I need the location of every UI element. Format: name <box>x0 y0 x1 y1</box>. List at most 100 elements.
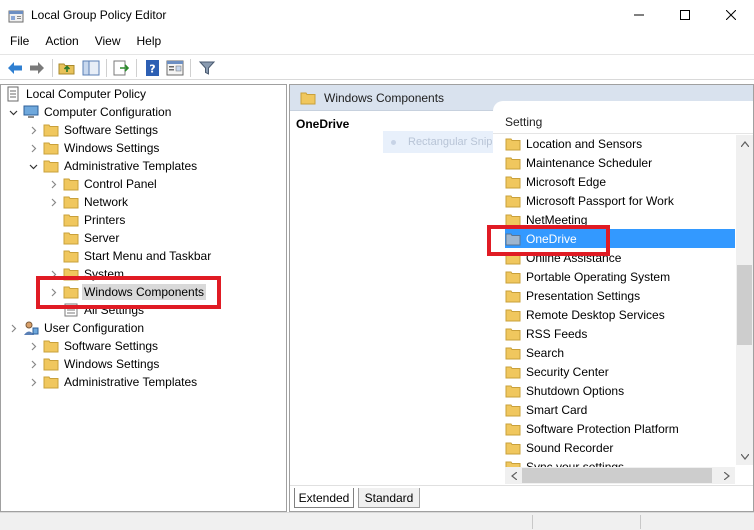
tree-item-all-settings[interactable]: All Settings <box>63 301 146 319</box>
scroll-left-icon[interactable] <box>505 467 522 484</box>
setting-item-label: Online Assistance <box>526 250 622 265</box>
vertical-scrollbar[interactable] <box>736 135 753 465</box>
folder-icon <box>505 271 521 283</box>
horizontal-scroll-thumb[interactable] <box>522 468 712 483</box>
setting-item[interactable]: Security Center <box>505 362 735 381</box>
folder-icon <box>505 328 521 340</box>
setting-item[interactable]: Microsoft Edge <box>505 172 735 191</box>
setting-item[interactable]: Search <box>505 343 735 362</box>
back-icon[interactable] <box>6 59 24 77</box>
tree-item-printers[interactable]: Printers <box>63 211 127 229</box>
tree-item-computer-configuration[interactable]: Computer Configuration <box>7 103 173 121</box>
export-list-icon[interactable] <box>112 59 130 77</box>
folder-icon <box>505 214 521 226</box>
chevron-down-icon[interactable] <box>27 157 39 175</box>
vertical-scroll-thumb[interactable] <box>737 265 752 345</box>
menu-file[interactable]: File <box>0 32 37 52</box>
window-title: Local Group Policy Editor <box>31 8 167 22</box>
tree-item-control-panel[interactable]: Control Panel <box>47 175 159 193</box>
column-header-setting[interactable]: Setting <box>505 115 542 129</box>
console-tree: Local Computer Policy Computer Configura… <box>0 84 287 512</box>
setting-item[interactable]: Microsoft Passport for Work <box>505 191 735 210</box>
show-hide-tree-icon[interactable] <box>82 59 100 77</box>
setting-item[interactable]: NetMeeting <box>505 210 735 229</box>
setting-item[interactable]: OneDrive <box>505 229 735 248</box>
setting-item-label: Sound Recorder <box>526 440 614 455</box>
menu-action[interactable]: Action <box>37 32 86 52</box>
folder-icon <box>505 404 521 416</box>
tree-item-uc-software-settings[interactable]: Software Settings <box>27 337 160 355</box>
tree-item-server[interactable]: Server <box>63 229 121 247</box>
maximize-button[interactable] <box>662 0 708 30</box>
tab-standard[interactable]: Standard <box>358 488 420 508</box>
chevron-right-icon[interactable] <box>27 121 39 139</box>
tab-extended[interactable]: Extended <box>294 488 354 508</box>
folder-icon <box>505 138 521 150</box>
chevron-right-icon[interactable] <box>27 373 39 391</box>
chevron-right-icon[interactable] <box>47 265 59 283</box>
chevron-right-icon[interactable] <box>47 193 59 211</box>
tree-item-uc-windows-settings[interactable]: Windows Settings <box>27 355 161 373</box>
tree-item-uc-administrative-templates[interactable]: Administrative Templates <box>27 373 199 391</box>
setting-item[interactable]: RSS Feeds <box>505 324 735 343</box>
folder-icon <box>63 250 79 263</box>
help-icon[interactable]: ? <box>144 59 162 77</box>
tree-item-local-computer-policy[interactable]: Local Computer Policy <box>5 85 148 103</box>
filter-icon[interactable] <box>198 59 216 77</box>
minimize-button[interactable] <box>616 0 662 30</box>
details-pane: Windows Components OneDrive Rectangular … <box>289 84 754 512</box>
description-title: OneDrive <box>296 117 350 131</box>
chevron-right-icon[interactable] <box>27 355 39 373</box>
tree-label: System <box>84 267 125 281</box>
setting-item[interactable]: Portable Operating System <box>505 267 735 286</box>
tree-item-user-configuration[interactable]: User Configuration <box>7 319 146 337</box>
forward-icon[interactable] <box>28 59 46 77</box>
properties-icon[interactable] <box>166 59 184 77</box>
close-button[interactable] <box>708 0 754 30</box>
setting-item-label: Location and Sensors <box>526 136 643 151</box>
setting-item-label: Portable Operating System <box>526 269 671 284</box>
policy-document-icon <box>7 86 19 102</box>
setting-item[interactable]: Software Protection Platform <box>505 419 735 438</box>
setting-item[interactable]: Remote Desktop Services <box>505 305 735 324</box>
setting-item[interactable]: Shutdown Options <box>505 381 735 400</box>
chevron-right-icon[interactable] <box>7 319 19 337</box>
setting-item[interactable]: Maintenance Scheduler <box>505 153 735 172</box>
tree-item-windows-components[interactable]: Windows Components <box>47 283 207 301</box>
folder-icon <box>505 347 521 359</box>
tree-item-system[interactable]: System <box>47 265 126 283</box>
drag-ghost: Rectangular Snip <box>383 131 501 153</box>
menu-bar: File Action View Help <box>0 32 754 52</box>
scroll-up-icon[interactable] <box>736 135 753 152</box>
tree-item-cc-software-settings[interactable]: Software Settings <box>27 121 160 139</box>
setting-item[interactable]: Sound Recorder <box>505 438 735 457</box>
setting-item-label: Shutdown Options <box>526 383 625 398</box>
tree-item-network[interactable]: Network <box>47 193 130 211</box>
tree-label: Administrative Templates <box>64 375 198 389</box>
tree-label: Local Computer Policy <box>26 87 147 101</box>
setting-item[interactable]: Smart Card <box>505 400 735 419</box>
tree-label: Windows Settings <box>64 141 160 155</box>
setting-item[interactable]: Online Assistance <box>505 248 735 267</box>
group-policy-app-icon <box>8 10 24 23</box>
menu-help[interactable]: Help <box>129 32 170 52</box>
tree-label: Windows Settings <box>64 357 160 371</box>
chevron-right-icon[interactable] <box>27 337 39 355</box>
tree-item-start-menu-and-taskbar[interactable]: Start Menu and Taskbar <box>63 247 213 265</box>
scroll-down-icon[interactable] <box>736 448 753 465</box>
up-folder-icon[interactable] <box>58 59 76 77</box>
scroll-right-icon[interactable] <box>718 467 735 484</box>
setting-item[interactable]: Presentation Settings <box>505 286 735 305</box>
setting-item-label: NetMeeting <box>526 212 588 227</box>
setting-item[interactable]: Location and Sensors <box>505 134 735 153</box>
horizontal-scrollbar[interactable] <box>505 467 735 484</box>
folder-icon <box>505 366 521 378</box>
chevron-right-icon[interactable] <box>27 139 39 157</box>
dot-icon <box>391 139 396 145</box>
tree-item-cc-windows-settings[interactable]: Windows Settings <box>27 139 161 157</box>
chevron-down-icon[interactable] <box>7 103 19 121</box>
tree-item-cc-administrative-templates[interactable]: Administrative Templates <box>27 157 199 175</box>
chevron-right-icon[interactable] <box>47 175 59 193</box>
chevron-right-icon[interactable] <box>47 283 59 301</box>
menu-view[interactable]: View <box>87 32 129 52</box>
